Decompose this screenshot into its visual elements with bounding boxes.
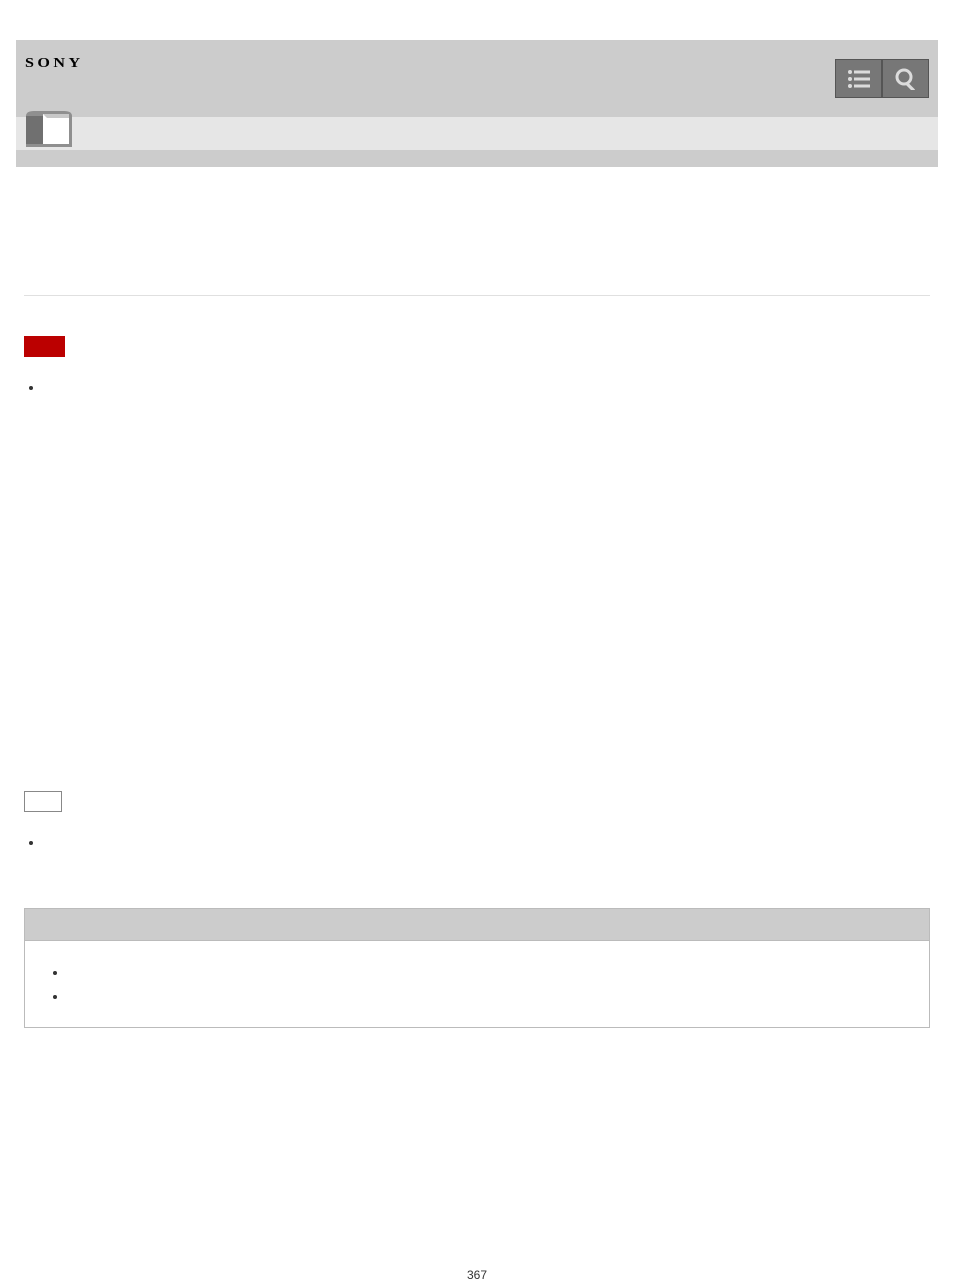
related-topic-box (24, 908, 930, 1028)
related-item[interactable] (67, 989, 909, 1003)
search-button[interactable] (882, 59, 929, 98)
hint-list (44, 835, 930, 850)
header-buttons (835, 59, 929, 98)
note-list (44, 380, 930, 395)
list-item (44, 380, 930, 395)
hint-label-box (24, 791, 62, 812)
content-area (16, 167, 938, 1068)
note-label-box (24, 336, 65, 357)
separator-line (24, 295, 930, 296)
related-item[interactable] (67, 965, 909, 979)
list-item (44, 835, 930, 850)
header-footer-strip (16, 150, 938, 167)
related-topic-body (25, 941, 929, 1027)
tablet-icon (22, 111, 76, 150)
brand-logo: SONY (25, 56, 84, 72)
header-bar: SONY (16, 40, 938, 117)
page-outer: SONY (0, 0, 954, 1282)
menu-icon (848, 70, 870, 88)
page-number: 367 (16, 1268, 938, 1282)
search-icon (895, 68, 917, 90)
device-bar (16, 117, 938, 150)
menu-button[interactable] (835, 59, 882, 98)
related-topic-header (25, 909, 929, 941)
